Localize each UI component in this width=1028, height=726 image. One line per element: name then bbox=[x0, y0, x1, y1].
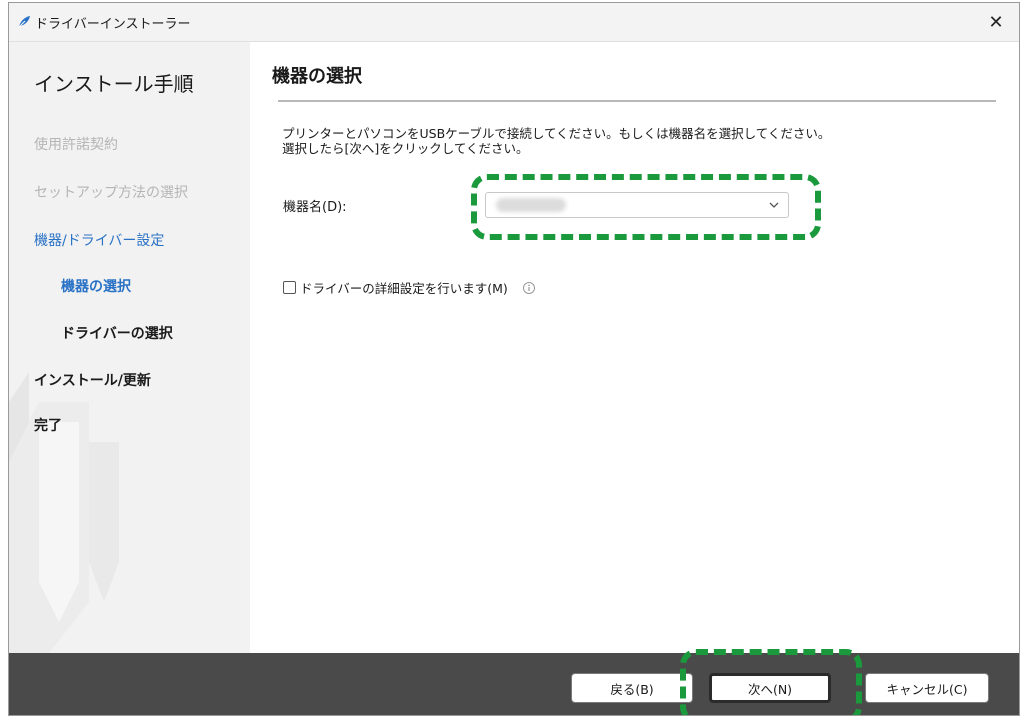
title-bar: ドライバーインストーラー ✕ bbox=[9, 3, 1019, 42]
step-install-update: インストール/更新 bbox=[34, 373, 151, 389]
step-setup-method: セットアップ方法の選択 bbox=[34, 185, 188, 201]
step-license: 使用許諾契約 bbox=[34, 137, 118, 153]
advanced-settings-checkbox[interactable] bbox=[283, 281, 296, 294]
step-complete: 完了 bbox=[34, 418, 62, 434]
cancel-button[interactable]: キャンセル(C) bbox=[865, 673, 989, 703]
chevron-down-icon bbox=[769, 202, 779, 208]
device-name-dropdown[interactable] bbox=[485, 192, 789, 218]
step-device-selection: 機器の選択 bbox=[61, 279, 131, 295]
step-device-driver-settings: 機器/ドライバー設定 bbox=[34, 233, 165, 249]
info-icon[interactable] bbox=[522, 281, 536, 295]
title-divider bbox=[278, 100, 996, 102]
advanced-settings-label[interactable]: ドライバーの詳細設定を行います(M) bbox=[300, 278, 508, 297]
next-button[interactable]: 次へ(N) bbox=[709, 673, 831, 703]
step-driver-selection: ドライバーの選択 bbox=[61, 326, 173, 342]
device-name-label: 機器名(D): bbox=[283, 200, 347, 215]
window-title: ドライバーインストーラー bbox=[35, 17, 191, 32]
instruction-line-2: 選択したら[次へ]をクリックしてください。 bbox=[282, 141, 529, 156]
instruction-line-1: プリンターとパソコンをUSBケーブルで接続してください。もしくは機器名を選択して… bbox=[282, 126, 831, 141]
instruction-text: プリンターとパソコンをUSBケーブルで接続してください。もしくは機器名を選択して… bbox=[282, 126, 830, 156]
close-icon: ✕ bbox=[988, 11, 1004, 33]
main-panel: 機器の選択 プリンターとパソコンをUSBケーブルで接続してください。もしくは機器… bbox=[250, 42, 1019, 653]
feather-icon bbox=[18, 16, 30, 28]
back-button[interactable]: 戻る(B) bbox=[571, 673, 693, 703]
installer-window: ドライバーインストーラー ✕ インストール手順 使用許諾契約 セットアップ方法の… bbox=[8, 2, 1020, 716]
close-button[interactable]: ✕ bbox=[973, 3, 1019, 41]
advanced-settings-row: ドライバーの詳細設定を行います(M) bbox=[283, 278, 536, 297]
button-bar: 戻る(B) 次へ(N) キャンセル(C) bbox=[9, 653, 1019, 715]
steps-heading: インストール手順 bbox=[34, 72, 194, 96]
device-name-value bbox=[496, 198, 566, 212]
page-title: 機器の選択 bbox=[272, 66, 362, 87]
steps-sidebar: インストール手順 使用許諾契約 セットアップ方法の選択 機器/ドライバー設定 機… bbox=[9, 42, 250, 653]
